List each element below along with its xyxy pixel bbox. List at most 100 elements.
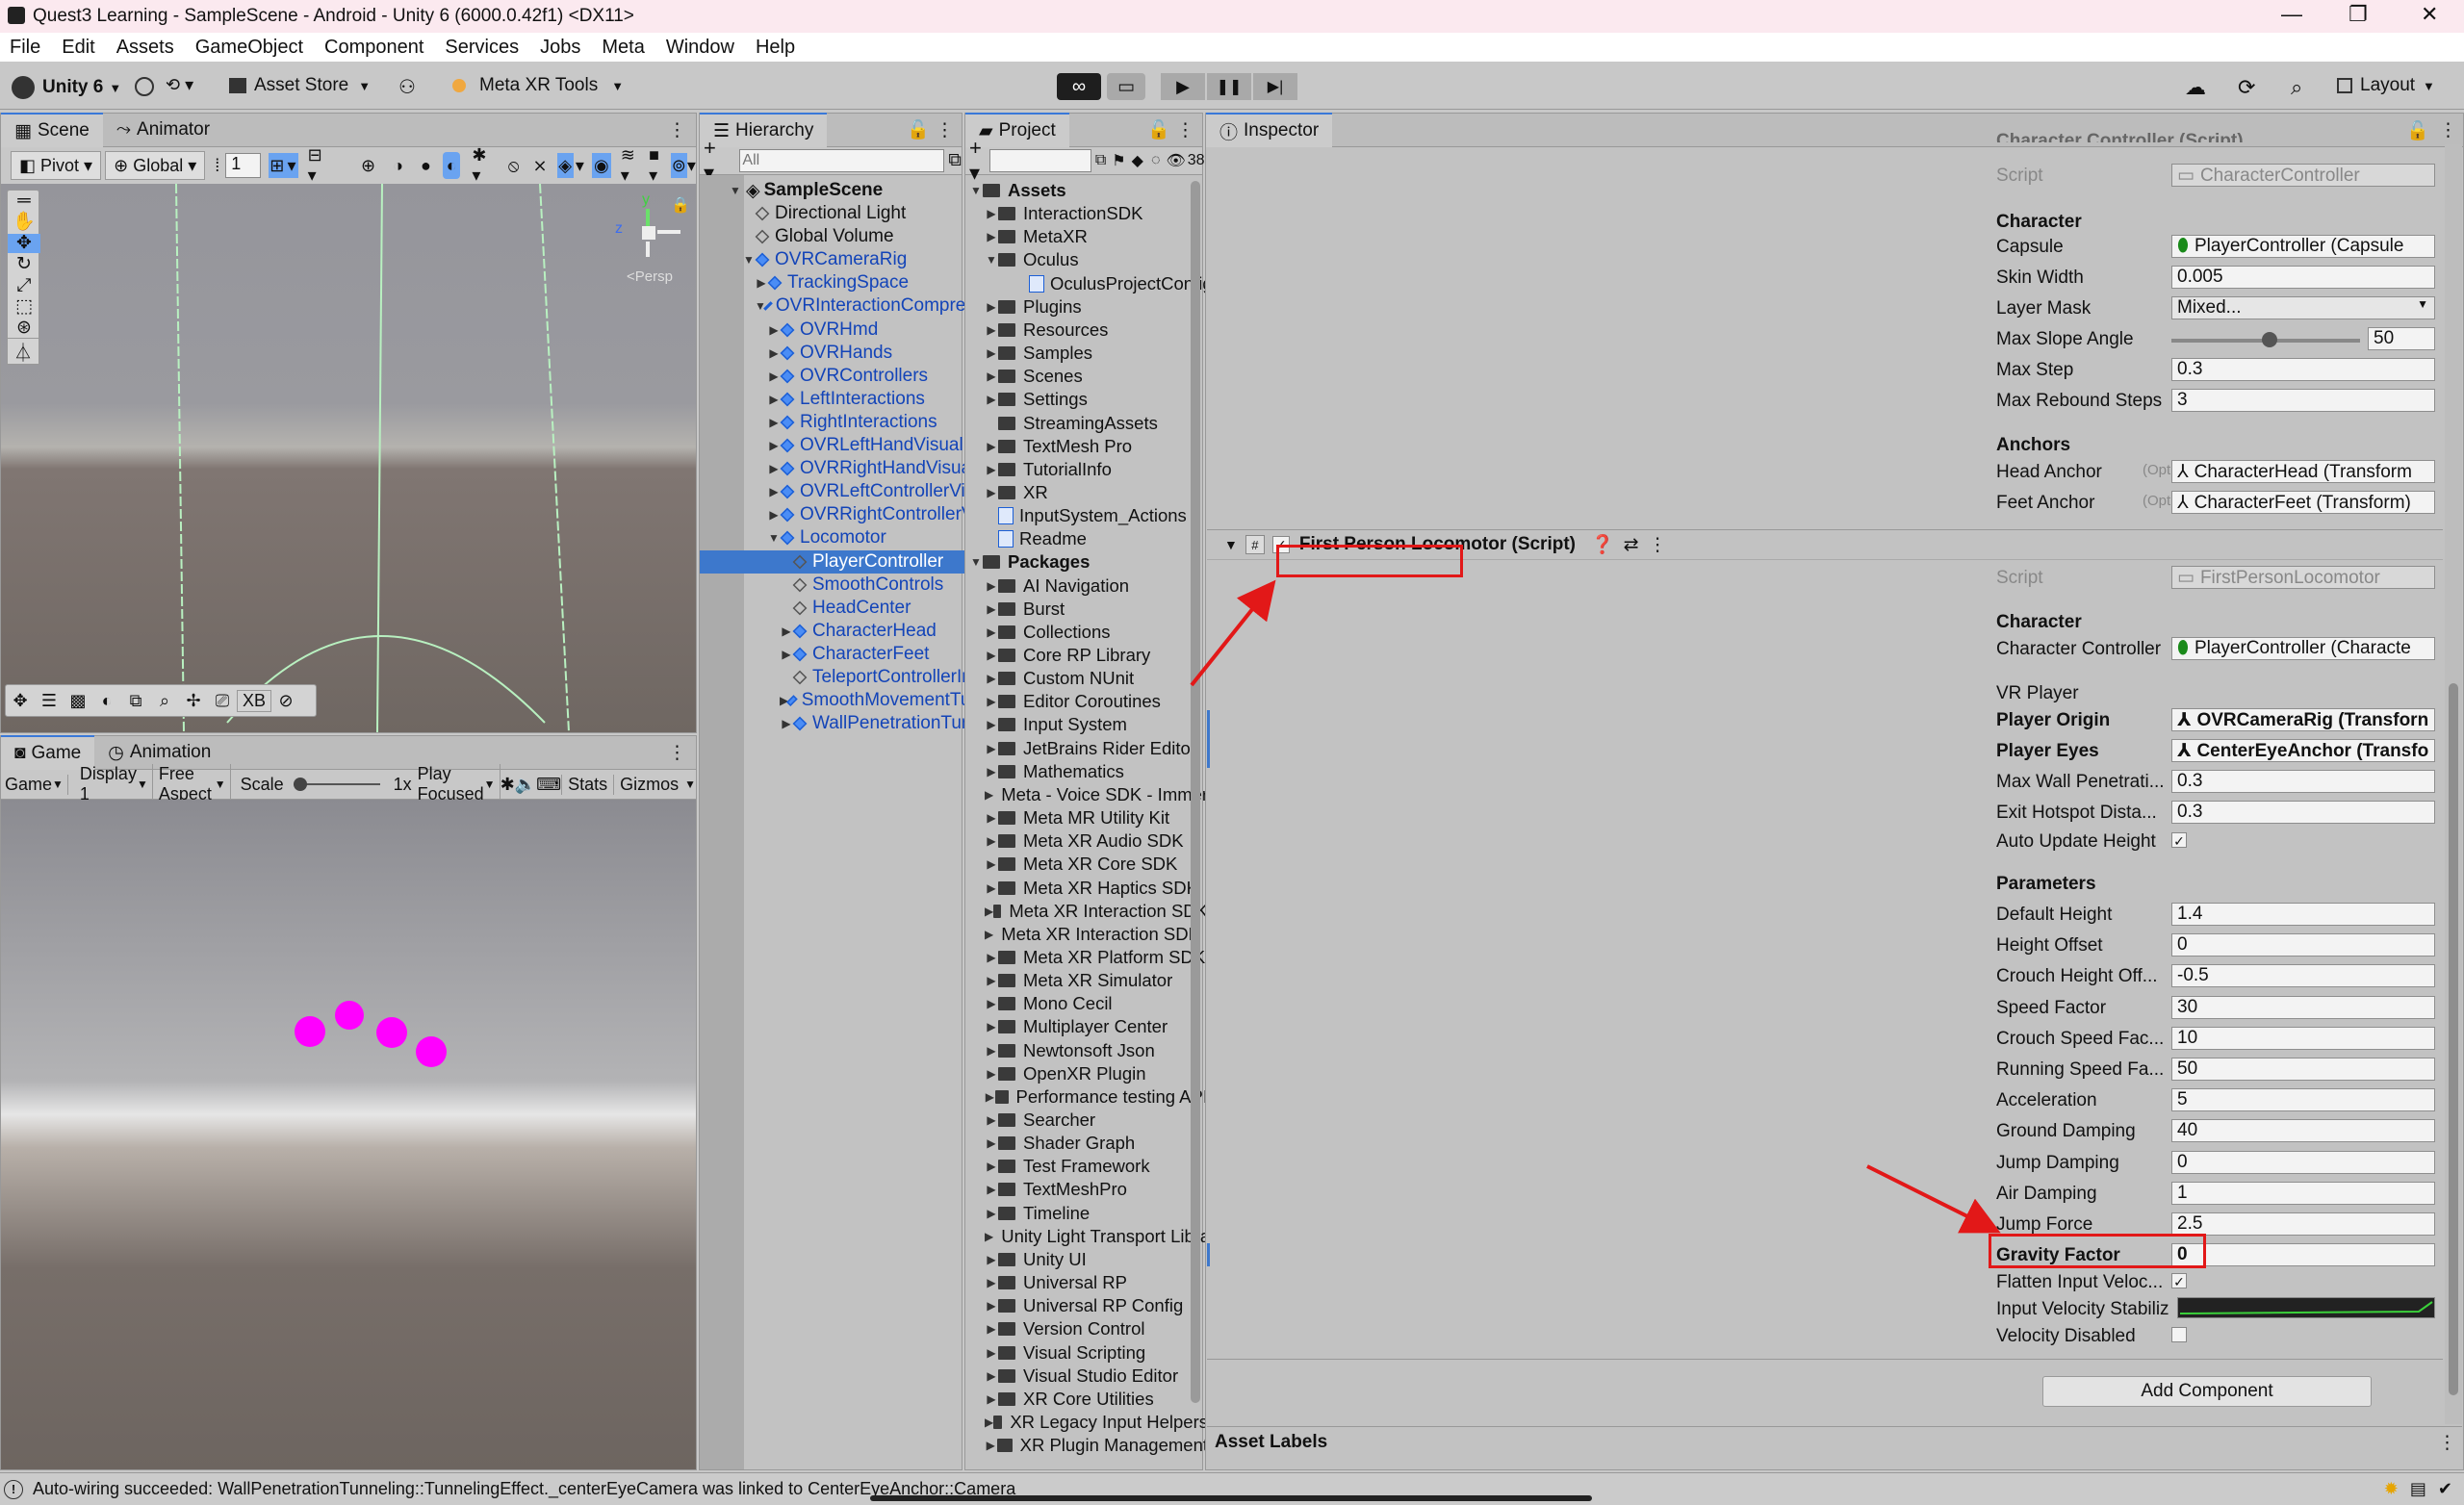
project-item[interactable]: ▶ Performance testing API	[965, 1085, 1208, 1109]
transform-tool-icon[interactable]: ⊛	[8, 318, 40, 338]
game-view-dropdown[interactable]: Game ▼	[1, 774, 68, 795]
project-item[interactable]: ▶ XR Core Utilities	[965, 1388, 1208, 1411]
account-button[interactable]: Unity 6 ▼	[12, 73, 121, 102]
play-focused-dropdown[interactable]: Play Focused ▼	[412, 764, 500, 804]
maximize-button[interactable]: ❐	[2348, 2, 2368, 27]
hand-tool-icon[interactable]: ✋	[8, 212, 40, 232]
gizmos-button[interactable]: Gizmos	[613, 774, 684, 795]
project-item[interactable]: ▶ Mathematics	[965, 760, 1208, 783]
project-item[interactable]: ▶ TutorialInfo	[965, 458, 1208, 481]
step-button[interactable]: ▶|	[1253, 73, 1297, 100]
draw-mode-icon[interactable]: ⊕	[361, 156, 375, 176]
skin-width-input[interactable]: 0.005	[2171, 266, 2435, 289]
camera-mode-icon[interactable]: ⎚	[208, 691, 237, 711]
layout-dropdown[interactable]: Layout ▼	[2337, 75, 2435, 96]
shaded-icon[interactable]: ●	[421, 156, 431, 176]
project-item[interactable]: ▶ MetaXR	[965, 225, 1208, 248]
max-step-input[interactable]: 0.3	[2171, 358, 2435, 381]
menu-help[interactable]: Help	[756, 37, 795, 59]
project-item[interactable]: ▶ Meta XR Simulator	[965, 969, 1208, 992]
project-item[interactable]: ▶ XR Legacy Input Helpers	[965, 1411, 1208, 1434]
expand-arrow-icon[interactable]: ▶	[985, 625, 998, 639]
rotate-tool-icon[interactable]: ↻	[8, 254, 40, 274]
velocity-disabled-checkbox[interactable]	[2171, 1327, 2187, 1342]
expand-arrow-icon[interactable]: ▶	[985, 393, 998, 406]
menu-gameobject[interactable]: GameObject	[195, 37, 303, 59]
lock-icon[interactable]: 🔓	[2406, 119, 2429, 142]
game-viewport[interactable]	[1, 800, 696, 1469]
render-icon[interactable]: ◐	[92, 691, 121, 711]
expand-arrow-icon[interactable]: ▶	[780, 717, 793, 730]
project-item[interactable]: ▼ Assets	[965, 179, 1193, 202]
expand-arrow-icon[interactable]: ▶	[767, 462, 781, 475]
project-item[interactable]: ▶ Input System	[965, 713, 1208, 736]
character-controller-field[interactable]: ⬮ PlayerController (Characte	[2171, 637, 2435, 660]
expand-arrow-icon[interactable]: ▶	[985, 997, 998, 1010]
account-circle-icon[interactable]	[135, 77, 154, 96]
more-options-icon[interactable]: ⋮	[2439, 119, 2457, 141]
add-component-button[interactable]: Add Component	[2042, 1376, 2372, 1407]
expand-arrow-icon[interactable]: ▶	[985, 463, 998, 476]
snap-increment-icon[interactable]: ⊟ ▾	[308, 145, 326, 186]
shading-icon[interactable]: ◑	[393, 156, 403, 176]
more-options-icon[interactable]: ⋮	[936, 119, 954, 141]
player-eyes-field[interactable]: ⅄ CenterEyeAnchor (Transfo	[2171, 739, 2435, 762]
inspector-scrollbar-track[interactable]	[2445, 144, 2462, 1424]
expand-arrow-icon[interactable]: ▼	[742, 253, 756, 267]
max-wall-input[interactable]: 0.3	[2171, 770, 2435, 793]
minimize-button[interactable]: —	[2281, 2, 2302, 27]
project-item[interactable]: ▶ JetBrains Rider Editor	[965, 737, 1208, 760]
xb-button[interactable]: XB	[237, 689, 271, 712]
help-icon[interactable]: ❓	[1591, 533, 1614, 556]
more-options-icon[interactable]: ⋮	[2438, 1432, 2456, 1454]
parameter-input[interactable]: 0	[2171, 1243, 2435, 1267]
lightbulb-icon[interactable]: ✹	[2384, 1479, 2399, 1499]
status-message[interactable]: Auto-wiring succeeded: WallPenetrationTu…	[33, 1479, 1015, 1499]
expand-arrow-icon[interactable]: ▶	[985, 1020, 998, 1033]
expand-arrow-icon[interactable]: ▶	[985, 951, 998, 964]
project-item[interactable]: ▶ Newtonsoft Json	[965, 1039, 1208, 1062]
project-item[interactable]: StreamingAssets	[965, 412, 1208, 435]
project-item[interactable]: ▶ InteractionSDK	[965, 202, 1208, 225]
expand-arrow-icon[interactable]: ▶	[767, 323, 781, 337]
project-item[interactable]: ▶ Core RP Library	[965, 644, 1208, 667]
parameter-input[interactable]: 10	[2171, 1026, 2435, 1050]
layers-icon[interactable]: ≋ ▾	[621, 145, 639, 186]
project-item[interactable]: ▶ Editor Coroutines	[965, 690, 1208, 713]
simulator-icon[interactable]: ▭	[1107, 73, 1145, 100]
expand-arrow-icon[interactable]: ▶	[985, 1392, 998, 1406]
expand-arrow-icon[interactable]: ▶	[985, 323, 998, 337]
expand-arrow-icon[interactable]: ▼	[729, 184, 742, 197]
project-item[interactable]: ▶ Resources	[965, 319, 1208, 342]
meta-xr-tools-button[interactable]: Meta XR Tools ▼	[452, 75, 624, 96]
tab-animator[interactable]: ⤳ Animator	[103, 114, 223, 146]
project-item[interactable]: ▶ TextMesh Pro	[965, 435, 1208, 458]
project-item[interactable]: ▶ Meta XR Interaction SDK Essentials	[965, 923, 1286, 946]
play-button[interactable]: ▶	[1161, 73, 1205, 100]
expand-arrow-icon[interactable]: ▶	[985, 1322, 998, 1336]
hierarchy-item[interactable]: ▼OVRCameraRig›	[700, 248, 1004, 271]
tab-scene[interactable]: ▦ Scene	[1, 113, 103, 147]
lock-icon[interactable]: 🔒	[671, 195, 690, 215]
feet-anchor-field[interactable]: ⅄ CharacterFeet (Transform)	[2171, 491, 2435, 514]
stats-button[interactable]: Stats	[561, 774, 613, 795]
parameter-input[interactable]: 40	[2171, 1119, 2435, 1143]
expand-arrow-icon[interactable]: ▶	[985, 300, 998, 314]
project-item[interactable]: ▶ AI Navigation	[965, 574, 1208, 598]
more-options-icon[interactable]: ⋮	[668, 119, 686, 141]
bug-icon[interactable]: ✱	[500, 775, 515, 795]
move-icon[interactable]: ✥	[6, 691, 35, 711]
expand-arrow-icon[interactable]: ▼	[969, 184, 983, 197]
project-item[interactable]: ▶ Collections	[965, 621, 1208, 644]
project-item[interactable]: ▶ Samples	[965, 342, 1208, 365]
parameter-input[interactable]: -0.5	[2171, 964, 2435, 988]
menu-jobs[interactable]: Jobs	[540, 37, 580, 59]
more-options-icon[interactable]: ⋮	[668, 742, 686, 764]
aspect-dropdown[interactable]: Free Aspect ▼	[153, 764, 231, 804]
project-scrollbar[interactable]	[1191, 181, 1200, 1403]
expand-arrow-icon[interactable]: ▶	[985, 695, 998, 708]
menu-meta[interactable]: Meta	[602, 37, 644, 59]
project-item[interactable]: ▶ Mono Cecil	[965, 992, 1208, 1015]
parameter-input[interactable]: 0	[2171, 1150, 2435, 1174]
expand-arrow-icon[interactable]: ▶	[985, 1136, 998, 1150]
